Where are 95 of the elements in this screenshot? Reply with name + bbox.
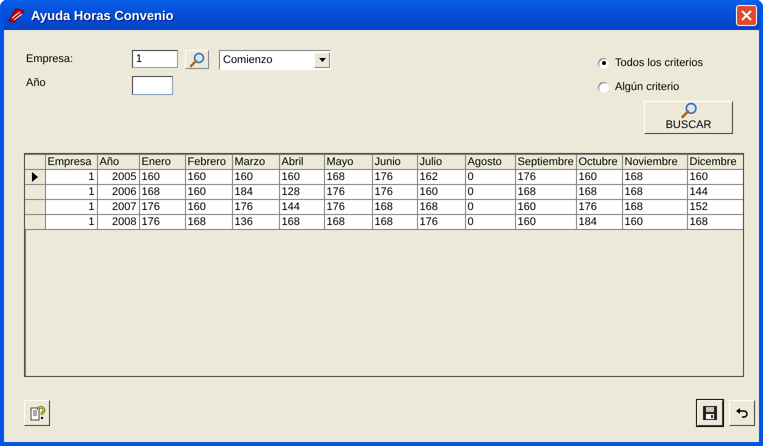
column-header[interactable]: Dicembre	[687, 154, 743, 170]
radio-label: Todos los criterios	[615, 56, 704, 71]
radio-button[interactable]	[598, 82, 609, 92]
table-cell: 160	[515, 200, 576, 214]
column-header[interactable]: Empresa	[45, 154, 97, 170]
table-cell: 0	[465, 200, 515, 214]
table-cell: 152	[687, 200, 743, 214]
table-cell: 168	[324, 170, 372, 184]
table-cell: 160	[185, 184, 232, 200]
table-cell: 168	[576, 184, 622, 200]
table-cell: 184	[576, 214, 622, 230]
table-cell: 160	[515, 214, 576, 230]
table-cell: 168	[622, 184, 687, 200]
app-icon	[8, 7, 26, 23]
table-cell: 176	[324, 184, 372, 200]
table-cell: 160	[185, 170, 232, 184]
table-cell: 168	[417, 200, 465, 214]
table-cell: 162	[417, 170, 465, 184]
radio-button[interactable]	[598, 58, 609, 68]
table-cell: 176	[417, 214, 465, 230]
table-cell: 168	[687, 214, 743, 230]
current-row-icon	[32, 172, 38, 182]
table-cell: 176	[139, 214, 185, 230]
table-cell: 176	[324, 200, 372, 214]
table-cell: 1	[45, 214, 97, 230]
search-button[interactable]	[185, 50, 209, 69]
table-cell: 160	[279, 170, 324, 184]
table-cell: 160	[232, 170, 279, 184]
table-cell: 136	[232, 214, 279, 230]
table-cell: 1	[45, 200, 97, 214]
table-cell: 160	[687, 170, 743, 184]
table-cell: 176	[372, 184, 417, 200]
column-header[interactable]: Año	[97, 154, 139, 170]
match-dropdown[interactable]: Comienzo	[219, 50, 331, 70]
table-cell: 160	[417, 184, 465, 200]
close-button[interactable]	[736, 4, 757, 26]
help-button[interactable]	[24, 400, 50, 426]
input-field[interactable]	[132, 76, 173, 95]
column-header[interactable]: Enero	[139, 154, 185, 170]
column-header[interactable]: Noviembre	[622, 154, 687, 170]
field-label: Año	[25, 76, 47, 91]
table-cell: 2006	[97, 184, 139, 200]
table-cell: 160	[139, 170, 185, 184]
table-cell: 176	[139, 200, 185, 214]
magnifier-icon	[680, 102, 698, 119]
table-cell: 168	[324, 214, 372, 230]
table-cell: 160	[185, 200, 232, 214]
field-label: Empresa:	[25, 52, 74, 67]
table-cell: 184	[232, 184, 279, 200]
table-cell: 1	[45, 170, 97, 184]
table-cell: 2007	[97, 200, 139, 214]
save-button[interactable]	[697, 400, 723, 426]
table-cell: 168	[372, 214, 417, 230]
undo-arrow-icon	[735, 407, 749, 419]
table-cell: 160	[576, 170, 622, 184]
table-cell: 128	[279, 184, 324, 200]
table-cell: 0	[465, 214, 515, 230]
table-cell: 144	[279, 200, 324, 214]
table-cell: 176	[232, 200, 279, 214]
column-header[interactable]: Junio	[372, 154, 417, 170]
table-cell: 1	[45, 184, 97, 200]
table-cell: 0	[465, 184, 515, 200]
table-cell: 176	[576, 200, 622, 214]
table-cell: 168	[515, 184, 576, 200]
row-indicator[interactable]	[25, 170, 45, 184]
help-document-icon	[29, 405, 45, 421]
table-cell: 168	[139, 184, 185, 200]
column-header[interactable]: Marzo	[232, 154, 279, 170]
column-header[interactable]: Septiembre	[515, 154, 576, 170]
close-icon	[741, 10, 752, 20]
table-cell: 2008	[97, 214, 139, 230]
column-header[interactable]: Febrero	[185, 154, 232, 170]
table-cell: 144	[687, 184, 743, 200]
dropdown-arrow-icon	[318, 58, 326, 62]
column-header[interactable]: Octubre	[576, 154, 622, 170]
column-header[interactable]: Abril	[279, 154, 324, 170]
buscar-button[interactable]: BUSCAR	[644, 101, 733, 134]
table-cell: 176	[372, 170, 417, 184]
magnifier-icon	[189, 52, 205, 68]
column-header[interactable]: Julio	[417, 154, 465, 170]
table-cell: 168	[185, 214, 232, 230]
table-cell: 160	[622, 214, 687, 230]
column-header[interactable]: Agosto	[465, 154, 515, 170]
input-field[interactable]: 1	[132, 50, 178, 68]
table-cell: 168	[622, 200, 687, 214]
radio-label: Algún criterio	[615, 80, 680, 95]
table-cell: 176	[515, 170, 576, 184]
column-header[interactable]: Mayo	[324, 154, 372, 170]
undo-button[interactable]	[729, 400, 755, 426]
table-cell: 168	[372, 200, 417, 214]
table-cell: 2005	[97, 170, 139, 184]
window-title: Ayuda Horas Convenio	[31, 8, 175, 22]
table-cell: 168	[622, 170, 687, 184]
table-cell: 0	[465, 170, 515, 184]
table-cell: 168	[279, 214, 324, 230]
